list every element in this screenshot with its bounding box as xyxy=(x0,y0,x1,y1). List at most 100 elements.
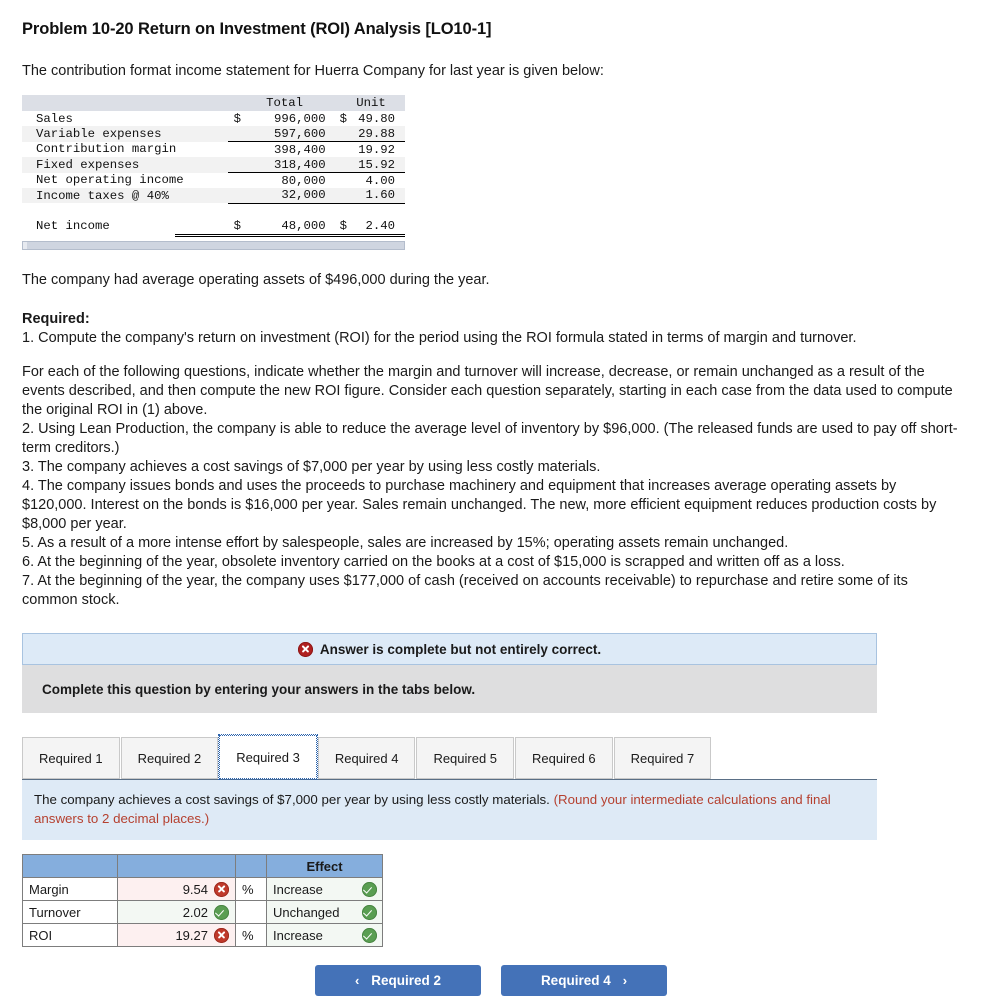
row-label: Contribution margin xyxy=(36,142,177,157)
answer-header-row: Effect xyxy=(22,854,383,879)
row-currency-unit xyxy=(331,126,347,143)
required-paragraph: For each of the following questions, ind… xyxy=(22,364,953,419)
row-currency xyxy=(228,173,244,188)
row-total: 80,000 xyxy=(281,173,326,188)
row-total: 318,400 xyxy=(243,157,332,174)
tab-required-5[interactable]: Required 5 xyxy=(416,737,515,780)
required-items-list: 2. Using Lean Production, the company is… xyxy=(22,420,960,610)
row-unit: 49.80 xyxy=(358,111,395,126)
row-currency-unit xyxy=(331,187,347,204)
margin-effect-cell[interactable]: Increase xyxy=(266,877,383,902)
turnover-value: 2.02 xyxy=(182,904,208,920)
turnover-effect: Unchanged xyxy=(273,904,340,920)
tab-required-3[interactable]: Required 3 xyxy=(218,734,318,781)
row-currency-unit xyxy=(331,157,347,174)
total-double-rule xyxy=(175,234,405,238)
row-unit: 1.60 xyxy=(347,187,405,204)
roi-effect-cell[interactable]: Increase xyxy=(266,923,383,948)
row-label-turnover: Turnover xyxy=(22,900,118,925)
required-item-5: 5. As a result of a more intense effort … xyxy=(22,535,789,552)
required-item-6: 6. At the beginning of the year, obsolet… xyxy=(22,554,845,571)
margin-value-cell[interactable]: 9.54 xyxy=(117,877,236,902)
correct-check-icon xyxy=(362,928,377,944)
required-heading: Required: xyxy=(22,311,90,328)
row-label-roi: ROI xyxy=(22,923,118,948)
table-header-row: Total Unit xyxy=(22,95,405,111)
table-row: Fixed expenses 318,400 15.92 xyxy=(22,157,405,174)
row-label: Variable expenses xyxy=(36,127,162,142)
row-label: Fixed expenses xyxy=(36,157,140,172)
page-title: Problem 10-20 Return on Investment (ROI)… xyxy=(22,20,492,38)
tab-label: Required 1 xyxy=(39,750,103,766)
roi-value: 19.27 xyxy=(175,927,208,943)
table-row: Variable expenses 597,600 29.88 xyxy=(22,126,405,143)
tab-label: Required 5 xyxy=(433,750,498,766)
incorrect-x-icon xyxy=(214,927,229,943)
row-currency xyxy=(227,126,244,143)
table-row: ROI 19.27 % Increase xyxy=(22,923,383,948)
required-section: Required: 1. Compute the company's retur… xyxy=(22,310,960,347)
margin-value: 9.54 xyxy=(182,881,208,897)
row-unit: 2.40 xyxy=(365,219,395,234)
next-required-button[interactable]: Required 4 › xyxy=(501,965,667,996)
header-blank xyxy=(22,95,228,111)
navigation-buttons: ‹ Required 2 Required 4 › xyxy=(22,965,960,996)
required-item-3: 3. The company achieves a cost savings o… xyxy=(22,459,601,476)
question-panel: The company achieves a cost savings of $… xyxy=(22,779,877,841)
tab-bar: Required 1 Required 2 Required 3 Require… xyxy=(22,734,877,781)
problem-page: Problem 10-20 Return on Investment (ROI)… xyxy=(0,20,982,996)
required-item-7: 7. At the beginning of the year, the com… xyxy=(22,573,908,609)
row-label: Income taxes @ 40% xyxy=(36,188,169,203)
row-currency: $ xyxy=(233,111,241,126)
tab-required-7[interactable]: Required 7 xyxy=(613,737,712,780)
tab-required-1[interactable]: Required 1 xyxy=(22,737,120,780)
horizontal-scrollbar[interactable] xyxy=(22,241,405,251)
header-effect: Effect xyxy=(266,854,383,879)
next-required-label: Required 4 xyxy=(540,973,611,989)
table-row: Contribution margin 398,400 19.92 xyxy=(22,141,405,158)
row-total: 597,600 xyxy=(243,126,332,143)
prev-required-label: Required 2 xyxy=(371,973,442,989)
row-label: Sales xyxy=(36,111,73,126)
chevron-left-icon: ‹ xyxy=(354,973,360,989)
status-banner-text: Answer is complete but not entirely corr… xyxy=(319,641,602,657)
row-unit: 15.92 xyxy=(347,157,405,174)
row-unit: 4.00 xyxy=(365,173,395,188)
table-row: Net operating income 80,000 4.00 xyxy=(22,172,405,188)
required-item-2: 2. Using Lean Production, the company is… xyxy=(22,421,958,457)
answer-table: Effect Margin 9.54 % Increase Turnover 2… xyxy=(22,854,383,948)
tab-label: Required 2 xyxy=(137,750,202,766)
correct-check-icon xyxy=(214,904,229,920)
row-label: Net income xyxy=(36,219,110,234)
table-row: Turnover 2.02 Unchanged xyxy=(22,900,383,925)
average-operating-assets-note: The company had average operating assets… xyxy=(22,272,490,289)
turnover-unit xyxy=(235,900,267,925)
roi-effect: Increase xyxy=(273,927,323,943)
prev-required-button[interactable]: ‹ Required 2 xyxy=(315,965,481,996)
table-row: Sales $ 996,000 $ 49.80 xyxy=(22,111,405,127)
header-cur2-spacer xyxy=(332,95,347,111)
tab-required-2[interactable]: Required 2 xyxy=(120,737,219,780)
table-row: Margin 9.54 % Increase xyxy=(22,877,383,902)
tab-required-4[interactable]: Required 4 xyxy=(317,737,416,780)
tab-label: Required 6 xyxy=(532,750,596,766)
turnover-effect-cell[interactable]: Unchanged xyxy=(266,900,383,925)
turnover-value-cell[interactable]: 2.02 xyxy=(117,900,236,925)
chevron-right-icon: › xyxy=(622,973,628,989)
incorrect-x-icon xyxy=(214,881,229,897)
row-total: 996,000 xyxy=(273,111,326,126)
row-currency-unit: $ xyxy=(339,111,347,126)
roi-unit: % xyxy=(235,923,267,948)
margin-unit: % xyxy=(235,877,267,902)
tab-required-6[interactable]: Required 6 xyxy=(515,737,613,780)
row-currency-unit xyxy=(332,173,347,188)
required-item-4: 4. The company issues bonds and uses the… xyxy=(22,478,937,533)
income-statement-container: Total Unit Sales $ 996,000 $ 49.80 Varia… xyxy=(22,95,405,251)
table-row: Income taxes @ 40% 32,000 1.60 xyxy=(22,187,405,204)
correct-check-icon xyxy=(362,882,377,898)
tab-label: Required 7 xyxy=(630,750,695,766)
instruction-bar: Complete this question by entering your … xyxy=(22,665,877,714)
table-row: Net income $ 48,000 $ 2.40 xyxy=(22,218,405,235)
roi-value-cell[interactable]: 19.27 xyxy=(117,923,236,948)
row-total: 32,000 xyxy=(243,187,332,204)
